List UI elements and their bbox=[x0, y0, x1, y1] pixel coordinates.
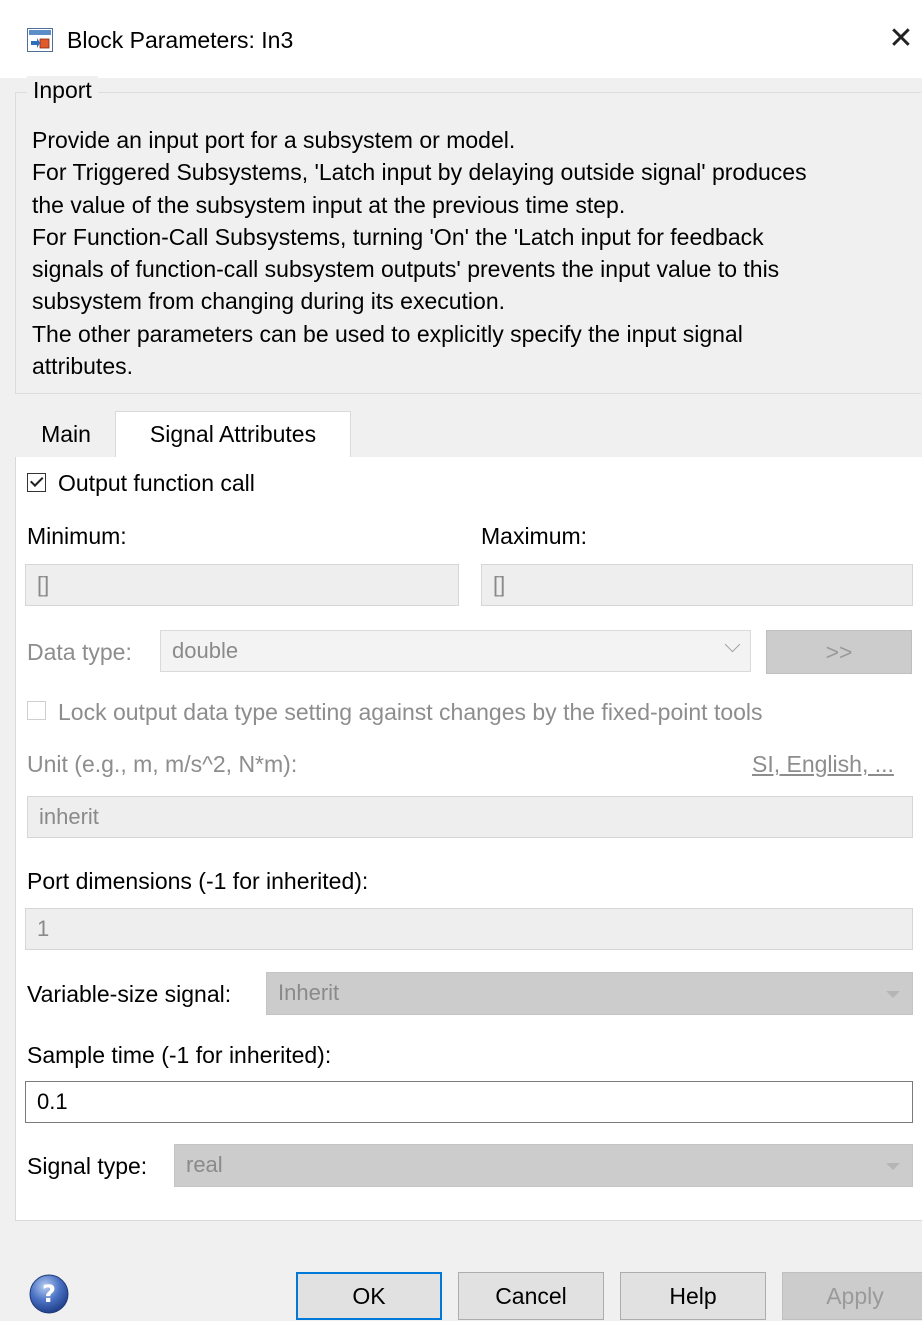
unit-field[interactable]: inherit bbox=[27, 796, 913, 838]
description-line: the value of the subsystem input at the … bbox=[32, 191, 626, 218]
close-icon: ✕ bbox=[888, 22, 914, 55]
block-description: Provide an input port for a subsystem or… bbox=[32, 124, 912, 382]
dropdown-arrow-icon bbox=[886, 1163, 900, 1170]
cancel-button[interactable]: Cancel bbox=[458, 1272, 604, 1320]
variable-size-signal-label: Variable-size signal: bbox=[27, 981, 232, 1007]
data-type-combo[interactable]: double bbox=[160, 630, 751, 672]
checkmark-icon bbox=[30, 473, 44, 487]
lock-output-checkbox[interactable] bbox=[27, 701, 46, 720]
data-type-label: Data type: bbox=[27, 639, 132, 665]
description-line: For Function-Call Subsystems, turning 'O… bbox=[32, 223, 764, 250]
window-title: Block Parameters: In3 bbox=[67, 27, 294, 53]
port-dimensions-label: Port dimensions (-1 for inherited): bbox=[27, 868, 369, 894]
minimum-label: Minimum: bbox=[27, 523, 127, 549]
description-line: attributes. bbox=[32, 353, 133, 380]
tab-signal-attributes[interactable]: Signal Attributes bbox=[115, 411, 351, 457]
chevron-down-icon bbox=[724, 636, 741, 653]
description-line: Provide an input port for a subsystem or… bbox=[32, 127, 516, 153]
svg-text:?: ? bbox=[42, 1280, 56, 1308]
group-legend: Inport bbox=[27, 76, 98, 104]
signal-type-value: real bbox=[186, 1152, 223, 1177]
signal-type-label: Signal type: bbox=[27, 1153, 148, 1179]
tab-main[interactable]: Main bbox=[17, 412, 115, 457]
sample-time-label: Sample time (-1 for inherited): bbox=[27, 1042, 332, 1068]
data-type-value: double bbox=[172, 638, 239, 663]
description-line: subsystem from changing during its execu… bbox=[32, 288, 506, 315]
description-line: For Triggered Subsystems, 'Latch input b… bbox=[32, 159, 807, 186]
dropdown-arrow-icon bbox=[886, 991, 900, 998]
minimum-field[interactable]: [] bbox=[25, 564, 459, 606]
variable-size-signal-select[interactable]: Inherit bbox=[266, 972, 913, 1015]
unit-system-link[interactable]: SI, English, ... bbox=[752, 750, 894, 778]
output-function-call-checkbox[interactable] bbox=[27, 473, 46, 492]
close-button[interactable]: ✕ bbox=[884, 22, 918, 56]
data-type-assistant-button[interactable]: >> bbox=[766, 630, 912, 674]
output-function-call-label: Output function call bbox=[58, 470, 255, 496]
simulink-block-icon bbox=[27, 28, 53, 52]
signal-type-select[interactable]: real bbox=[174, 1144, 913, 1187]
lock-output-label: Lock output data type setting against ch… bbox=[58, 699, 763, 725]
title-bar: Block Parameters: In3 ✕ bbox=[0, 0, 922, 78]
apply-button[interactable]: Apply bbox=[782, 1272, 922, 1320]
description-line: The other parameters can be used to expl… bbox=[32, 320, 743, 347]
help-icon[interactable]: ? bbox=[29, 1274, 69, 1314]
maximum-field[interactable]: [] bbox=[481, 564, 913, 606]
unit-label: Unit (e.g., m, m/s^2, N*m): bbox=[27, 751, 298, 777]
ok-button[interactable]: OK bbox=[296, 1272, 442, 1320]
sample-time-field[interactable]: 0.1 bbox=[25, 1081, 913, 1123]
port-dimensions-field[interactable]: 1 bbox=[25, 908, 913, 950]
help-button[interactable]: Help bbox=[620, 1272, 766, 1320]
description-line: signals of function-call subsystem outpu… bbox=[32, 256, 780, 283]
variable-size-signal-value: Inherit bbox=[278, 980, 340, 1005]
maximum-label: Maximum: bbox=[481, 523, 588, 549]
